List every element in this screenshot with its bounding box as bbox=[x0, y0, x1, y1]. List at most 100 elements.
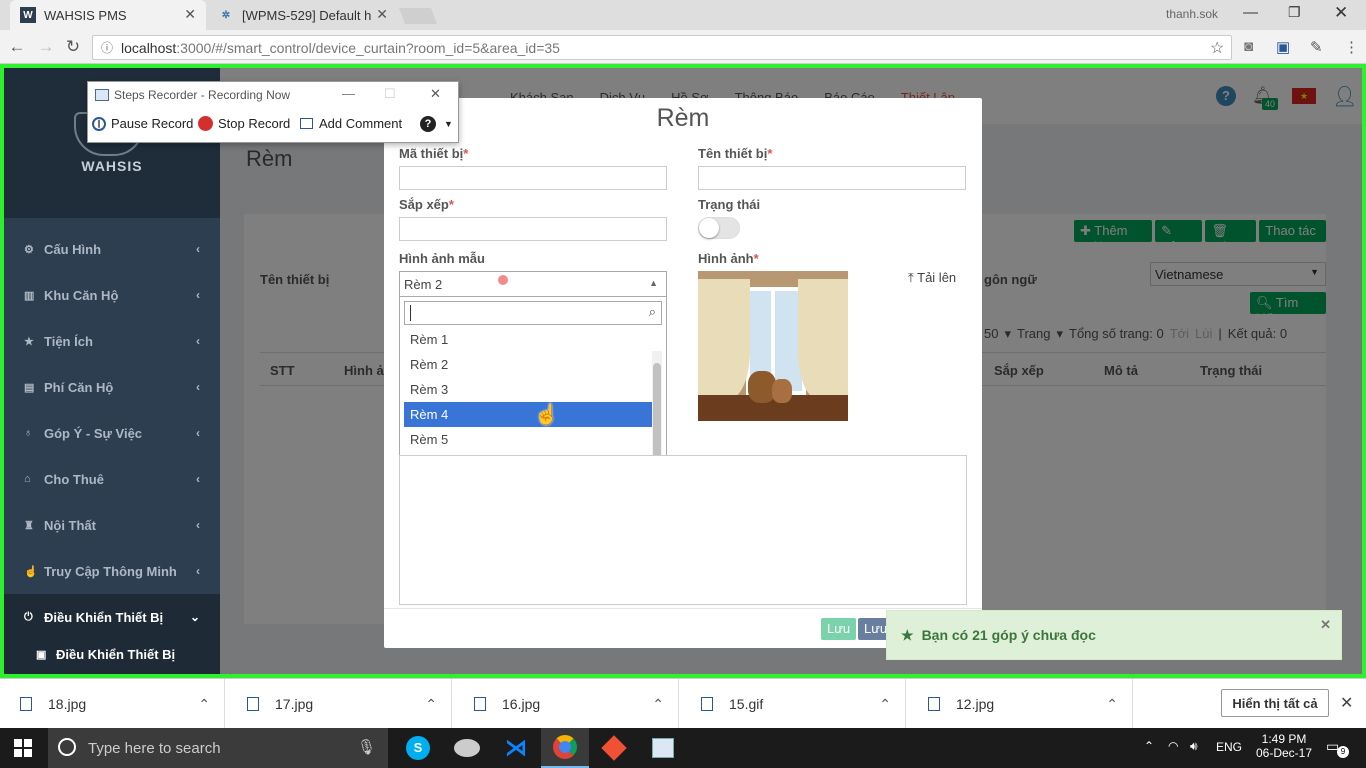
info-icon[interactable]: ⓘ bbox=[101, 39, 113, 56]
close-icon[interactable]: ✕ bbox=[1340, 693, 1353, 713]
url-host: localhost bbox=[121, 39, 177, 56]
pause-record-button[interactable]: ∥ Pause Record bbox=[92, 116, 193, 131]
sidebar-item-config[interactable]: ⚙ Cấu Hình ‹ bbox=[4, 226, 220, 272]
window-close-icon[interactable]: ✕ bbox=[1334, 3, 1348, 23]
steps-recorder-taskbar-icon[interactable] bbox=[639, 728, 687, 768]
microphone-icon[interactable]: 🎙︎ bbox=[357, 738, 376, 756]
chevron-up-icon[interactable]: ⌃ bbox=[652, 696, 664, 713]
restore-icon[interactable]: ❐ bbox=[1288, 4, 1301, 21]
tab-wahsis[interactable]: W WAHSIS PMS ✕ bbox=[10, 0, 206, 30]
skype-taskbar-icon[interactable]: S bbox=[394, 728, 442, 768]
add-comment-button[interactable]: Add Comment bbox=[300, 116, 402, 131]
dropdown-option[interactable]: Rèm 2 bbox=[404, 352, 652, 377]
reload-icon[interactable]: ↻ bbox=[62, 36, 84, 58]
dropdown-option[interactable]: Rèm 4 bbox=[404, 402, 652, 427]
sidebar-item-furniture[interactable]: ♜ Nội Thất ‹ bbox=[4, 502, 220, 548]
windows-start-icon[interactable] bbox=[14, 739, 32, 757]
stop-record-button[interactable]: Stop Record bbox=[198, 116, 290, 131]
sample-image-select[interactable]: Rèm 2 ▲ bbox=[399, 271, 667, 297]
device-name-input[interactable] bbox=[698, 166, 966, 190]
paint-taskbar-icon[interactable] bbox=[443, 728, 491, 768]
vscode-taskbar-icon[interactable]: ⋊ bbox=[492, 728, 540, 768]
sidebar-item-utilities[interactable]: ★ Tiện Ích ‹ bbox=[4, 318, 220, 364]
git-taskbar-icon[interactable] bbox=[590, 728, 638, 768]
url-bar[interactable]: ⓘ localhost:3000/#/smart_control/device_… bbox=[92, 35, 1232, 60]
save-button[interactable]: Lưu bbox=[821, 618, 857, 640]
recorder-help-button[interactable]: ? ▼ bbox=[420, 116, 453, 132]
tab-title: WAHSIS PMS bbox=[44, 7, 127, 23]
tray-chevron-icon[interactable]: ⌃ bbox=[1144, 739, 1154, 753]
status-toggle[interactable] bbox=[698, 217, 740, 239]
clock-time: 1:49 PM bbox=[1261, 732, 1307, 746]
sidebar-item-apartments[interactable]: ▥ Khu Căn Hộ ‹ bbox=[4, 272, 220, 318]
chevron-up-icon[interactable]: ⌃ bbox=[879, 696, 891, 713]
chevron-left-icon: ‹ bbox=[196, 380, 200, 394]
comment-icon bbox=[300, 118, 313, 129]
download-item[interactable]: 15.gif ⌃ bbox=[681, 679, 906, 729]
chrome-taskbar-icon[interactable] bbox=[541, 728, 589, 768]
volume-icon[interactable]: 🔊︎ bbox=[1190, 739, 1198, 754]
chevron-up-icon[interactable]: ⌃ bbox=[198, 696, 210, 713]
taskbar-search-box[interactable]: Type here to search 🎙︎ bbox=[48, 728, 388, 768]
sidebar-item-rental[interactable]: ⌂ Cho Thuê ‹ bbox=[4, 456, 220, 502]
wahsis-favicon-icon: W bbox=[20, 7, 36, 23]
clock[interactable]: 1:49 PM 06-Dec-17 bbox=[1254, 732, 1314, 760]
close-icon[interactable]: ✕ bbox=[430, 86, 441, 102]
sidebar-subitem-device-control[interactable]: ▣ Điều Khiển Thiết Bị bbox=[4, 634, 220, 674]
device-icon: ▣ bbox=[36, 648, 47, 661]
device-code-input[interactable] bbox=[399, 166, 667, 190]
new-tab-button[interactable] bbox=[399, 8, 437, 24]
sidebar-item-smart-access[interactable]: ☝ Truy Cập Thông Minh ‹ bbox=[4, 548, 220, 594]
dropdown-option[interactable]: Rèm 5 bbox=[404, 427, 652, 452]
chevron-left-icon: ‹ bbox=[196, 334, 200, 348]
star-icon: ★ bbox=[901, 626, 914, 643]
device-name-label: Tên thiết bị* bbox=[698, 146, 773, 161]
download-item[interactable]: 12.jpg ⌃ bbox=[908, 679, 1133, 729]
help-icon: ? bbox=[420, 116, 436, 132]
minimize-icon[interactable]: — bbox=[1243, 4, 1258, 21]
status-label: Trạng thái bbox=[698, 197, 761, 212]
show-all-button[interactable]: Hiển thị tất cả bbox=[1221, 689, 1329, 717]
download-item[interactable]: 16.jpg ⌃ bbox=[454, 679, 679, 729]
file-icon bbox=[701, 697, 713, 711]
logo-text: WAHSIS bbox=[81, 158, 143, 174]
downloads-bar: 18.jpg ⌃ 17.jpg ⌃ 16.jpg ⌃ 15.gif ⌃ 12.jpg ⌃ … bbox=[0, 678, 1366, 729]
dropdown-option[interactable]: Rèm 1 bbox=[404, 327, 652, 352]
extension-icon[interactable]: ✎ bbox=[1310, 38, 1323, 56]
language-indicator[interactable]: ENG bbox=[1216, 740, 1242, 754]
bookmark-star-icon[interactable]: ☆ bbox=[1210, 38, 1224, 58]
sidebar-item-label: Khu Căn Hộ bbox=[44, 287, 119, 303]
modal-title: Rèm bbox=[656, 104, 710, 132]
download-item[interactable]: 18.jpg ⌃ bbox=[0, 679, 225, 729]
menu-icon[interactable]: ⋮ bbox=[1344, 38, 1359, 56]
upload-button[interactable]: ⤒ Tải lên bbox=[908, 270, 956, 286]
description-textarea[interactable] bbox=[399, 455, 967, 605]
url-path: :3000/#/smart_control/device_curtain?roo… bbox=[176, 39, 560, 56]
profile-name[interactable]: thanh.sok bbox=[1166, 7, 1218, 21]
download-item[interactable]: 17.jpg ⌃ bbox=[227, 679, 452, 729]
minimize-icon[interactable]: — bbox=[342, 86, 355, 101]
tab-jira[interactable]: ✲ [WPMS-529] Default hin ✕ bbox=[208, 0, 398, 30]
dropdown-search-input[interactable]: ⌕ bbox=[404, 301, 662, 325]
chevron-up-icon[interactable]: ⌃ bbox=[1106, 696, 1118, 713]
steps-recorder-window: Steps Recorder - Recording Now — ☐ ✕ ∥ Pa… bbox=[87, 81, 459, 143]
chevron-down-icon: ⌄ bbox=[189, 610, 200, 624]
sample-image-label: Hình ảnh mẫu bbox=[399, 251, 485, 266]
order-label: Sắp xếp* bbox=[399, 197, 454, 212]
device-icon: ⏻ bbox=[24, 610, 33, 623]
sidebar-item-feedback[interactable]: ♁ Góp Ý - Sự Việc ‹ bbox=[4, 410, 220, 456]
sidebar-item-fees[interactable]: ▤ Phí Căn Hộ ‹ bbox=[4, 364, 220, 410]
close-icon[interactable]: ✕ bbox=[184, 6, 196, 23]
cast-icon[interactable]: ▣ bbox=[1276, 38, 1290, 56]
camera-icon[interactable]: ◙ bbox=[1244, 38, 1253, 55]
dropdown-option[interactable]: Rèm 3 bbox=[404, 377, 652, 402]
forward-icon[interactable]: → bbox=[35, 36, 57, 58]
order-input[interactable] bbox=[399, 217, 667, 241]
chevron-up-icon[interactable]: ⌃ bbox=[425, 696, 437, 713]
close-icon[interactable]: ✕ bbox=[1320, 617, 1331, 633]
close-icon[interactable]: ✕ bbox=[376, 6, 388, 23]
back-icon[interactable]: ← bbox=[6, 36, 28, 58]
jira-favicon-icon: ✲ bbox=[221, 9, 231, 21]
sidebar-item-label: Điều Khiển Thiết Bị bbox=[44, 609, 164, 625]
network-icon[interactable]: ◠ bbox=[1168, 739, 1178, 753]
